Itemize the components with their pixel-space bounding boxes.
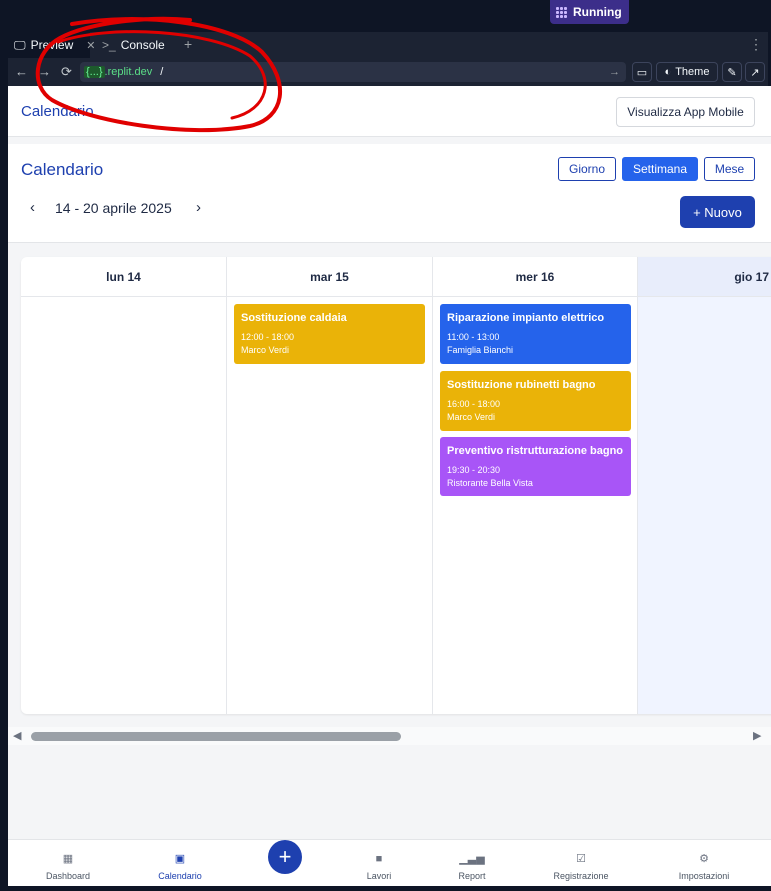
event-time: 16:00 - 18:00 — [447, 399, 501, 409]
view-month-button[interactable]: Mese — [704, 157, 755, 181]
running-label: Running — [573, 5, 622, 19]
external-link-icon: ↗ — [750, 66, 760, 79]
day-header: lun 14 — [21, 257, 226, 297]
forward-icon[interactable]: → — [38, 64, 51, 79]
view-day-button[interactable]: Giorno — [558, 157, 616, 181]
devtools-button[interactable]: ✎ — [722, 62, 742, 82]
scrollbar-thumb[interactable] — [31, 732, 401, 741]
nav-item-calendario[interactable]: ▣ Calendario — [140, 840, 220, 886]
back-icon[interactable]: ← — [15, 64, 28, 79]
date-range: 14 - 20 aprile 2025 — [55, 200, 172, 216]
reload-icon[interactable]: ⟳ — [61, 64, 72, 80]
url-input[interactable]: {...} .replit.dev / → — [80, 62, 626, 82]
palette-icon: ◐ — [664, 66, 672, 78]
nav-label: Lavori — [366, 871, 392, 881]
calendar-icon: ▣ — [174, 853, 186, 865]
app-preview: Calendario Visualizza App Mobile Calenda… — [8, 86, 771, 886]
nav-label: Report — [458, 871, 486, 881]
previous-week-icon[interactable]: ‹ — [30, 199, 35, 216]
event-card[interactable]: Sostituzione caldaia 12:00 - 18:00 Marco… — [234, 304, 425, 364]
url-path: / — [160, 66, 164, 78]
running-status-badge[interactable]: Running — [550, 0, 629, 24]
checkbox-icon: ☑ — [576, 853, 586, 865]
event-card[interactable]: Riparazione impianto elettrico 11:00 - 1… — [440, 304, 631, 364]
grid-icon — [556, 6, 567, 18]
open-new-window-button[interactable]: ↗ — [745, 62, 765, 82]
briefcase-icon: ■ — [375, 853, 383, 865]
scroll-right-icon[interactable]: ▶ — [753, 729, 761, 742]
workspace-tab-bar: 🖵 Preview ✕ >_ Console + ⋮ — [8, 32, 768, 58]
event-title: Sostituzione rubinetti bagno — [447, 379, 596, 391]
nav-label: Registrazione — [553, 871, 609, 881]
event-client: Famiglia Bianchi — [447, 345, 514, 355]
url-host: {...} .replit.dev — [84, 66, 152, 78]
day-column-wed[interactable]: mer 16 Riparazione impianto elettrico 11… — [433, 257, 638, 714]
event-client: Marco Verdi — [447, 412, 496, 422]
gear-icon: ⚙ — [699, 853, 709, 865]
terminal-icon: >_ — [102, 38, 116, 52]
day-header: mer 16 — [433, 257, 637, 297]
monitor-icon: 🖵 — [14, 37, 26, 52]
calendar-header: Calendario Giorno Settimana Mese ‹ 14 - … — [8, 144, 771, 243]
close-icon[interactable]: ✕ — [86, 39, 95, 52]
theme-label: Theme — [675, 66, 710, 78]
tab-preview[interactable]: 🖵 Preview ✕ — [8, 32, 95, 58]
day-column-thu[interactable]: gio 17 — [638, 257, 771, 714]
nav-label: Impostazioni — [678, 871, 730, 881]
event-title: Riparazione impianto elettrico — [447, 312, 605, 324]
bottom-nav: ▦ Dashboard ▣ Calendario + ■ Lavori ▁▃▅ … — [8, 839, 771, 886]
event-client: Marco Verdi — [241, 345, 290, 355]
add-fab-button[interactable]: + — [268, 840, 302, 874]
day-header: gio 17 — [638, 257, 771, 297]
monitor-icon: ▭ — [636, 66, 648, 79]
wrench-icon: ✎ — [727, 66, 737, 79]
event-client: Ristorante Bella Vista — [447, 478, 533, 488]
new-event-button[interactable]: + Nuovo — [680, 196, 755, 228]
tab-preview-label: Preview — [30, 38, 74, 52]
nav-item-registrazione[interactable]: ☑ Registrazione — [536, 840, 626, 886]
devices-button[interactable]: ▭ — [632, 62, 652, 82]
go-arrow-icon[interactable]: → — [609, 66, 620, 78]
event-time: 19:30 - 20:30 — [447, 465, 501, 475]
dashboard-icon: ▦ — [62, 853, 74, 865]
tab-console[interactable]: >_ Console — [96, 32, 176, 58]
more-options-icon[interactable]: ⋮ — [749, 36, 763, 53]
nav-item-impostazioni[interactable]: ⚙ Impostazioni — [664, 840, 744, 886]
event-title: Sostituzione caldaia — [241, 312, 347, 324]
url-host-prefix: {...} — [84, 66, 105, 78]
view-week-button[interactable]: Settimana — [622, 157, 698, 181]
nav-item-report[interactable]: ▁▃▅ Report — [432, 840, 512, 886]
nav-label: Dashboard — [45, 871, 91, 881]
week-grid: lun 14 mar 15 Sostituzione caldaia 12:00… — [21, 257, 771, 714]
new-tab-icon[interactable]: + — [184, 36, 192, 52]
event-title: Preventivo ristrutturazione bagno — [447, 445, 624, 457]
scroll-left-icon[interactable]: ◀ — [13, 729, 21, 742]
day-column-mon[interactable]: lun 14 — [21, 257, 227, 714]
event-time: 12:00 - 18:00 — [241, 332, 295, 342]
mobile-app-button[interactable]: Visualizza App Mobile — [616, 97, 755, 127]
app-brand[interactable]: Calendario — [21, 103, 94, 120]
nav-label: Calendario — [158, 871, 202, 881]
app-header: Calendario Visualizza App Mobile — [8, 86, 771, 137]
next-week-icon[interactable]: › — [196, 199, 201, 216]
event-card[interactable]: Sostituzione rubinetti bagno 16:00 - 18:… — [440, 371, 631, 431]
bar-chart-icon: ▁▃▅ — [459, 853, 485, 865]
day-header: mar 15 — [227, 257, 432, 297]
page-title: Calendario — [21, 160, 104, 179]
nav-item-dashboard[interactable]: ▦ Dashboard — [28, 840, 108, 886]
theme-button[interactable]: ◐ Theme — [656, 62, 718, 82]
nav-item-lavori[interactable]: ■ Lavori — [339, 840, 419, 886]
preview-url-bar: ← → ⟳ {...} .replit.dev / → ▭ ◐ Theme ✎ ↗ — [8, 58, 768, 86]
tab-console-label: Console — [120, 38, 165, 52]
url-host-domain: .replit.dev — [104, 66, 153, 78]
day-column-tue[interactable]: mar 15 Sostituzione caldaia 12:00 - 18:0… — [227, 257, 433, 714]
event-time: 11:00 - 13:00 — [447, 332, 500, 342]
horizontal-scrollbar[interactable]: ◀ ▶ — [8, 727, 771, 745]
event-card[interactable]: Preventivo ristrutturazione bagno 19:30 … — [440, 437, 631, 496]
